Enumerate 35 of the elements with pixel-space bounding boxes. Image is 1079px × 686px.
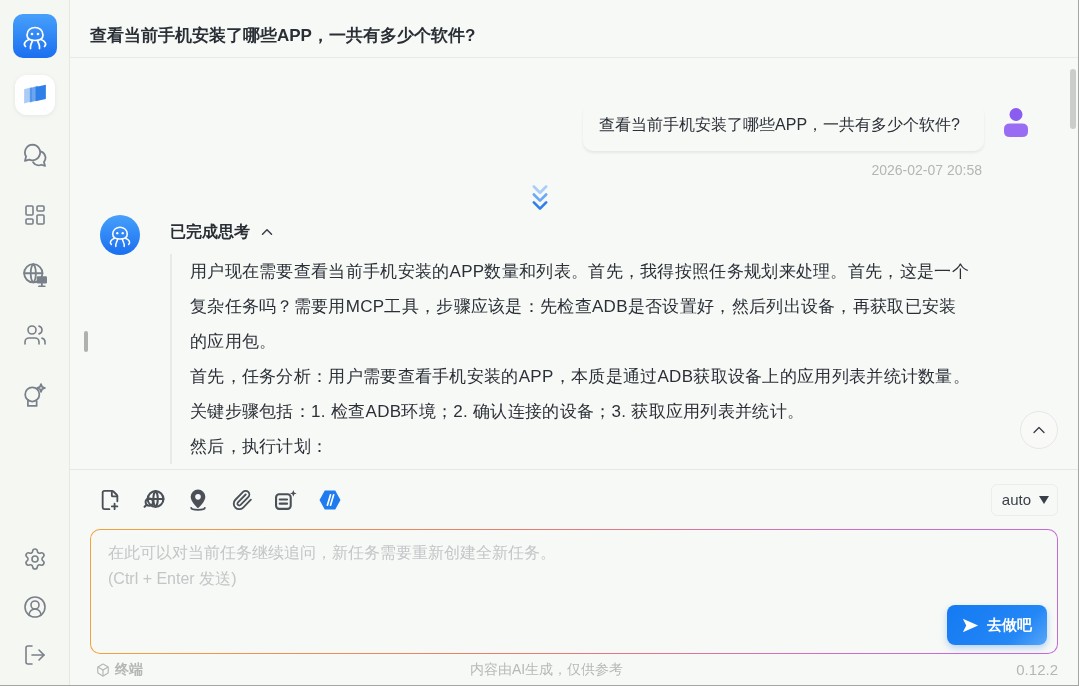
people-group-icon (22, 323, 47, 347)
paperclip-icon[interactable] (231, 488, 253, 511)
message-time: 2026-02-07 20:58 (871, 161, 982, 180)
map-pin-icon[interactable] (187, 488, 209, 511)
settings-icon[interactable] (22, 547, 47, 571)
thinking-paragraph: 首先，任务分析：用户需要查看手机安装的APP，本质是通过ADB获取设备上的应用列表并统计数量。关键步骤包括：1. 检查ADB环境；2. 确认连接的设备；3. 获取应用列表并统计。 (190, 366, 971, 423)
user-message: 查看当前手机安装了哪些APP，一共有多少个软件? (583, 104, 984, 151)
thinking-toggle[interactable]: 已完成思考 (170, 215, 276, 249)
scrollbar-thumb[interactable] (1070, 69, 1076, 129)
double-chevron-down-icon[interactable] (531, 183, 549, 213)
head-sparkle-icon (22, 383, 47, 407)
chat-bubbles-icon (22, 143, 47, 167)
thinking-paragraph: 然后，执行计划： (190, 436, 330, 458)
file-plus-icon[interactable] (99, 488, 121, 511)
thinking-paragraph: 用户现在需要查看当前手机安装的APP数量和列表。首先，我得按照任务规划来处理。首先，这是一个复杂任务吗？需要用MCP工具，步骤应该是：先检查ADB是否设置好，然后列出设备，再获取已安装的应用包。 (190, 261, 970, 353)
send-button[interactable]: 去做吧 (947, 605, 1047, 645)
globe-search-icon[interactable] (143, 488, 165, 511)
sidebar-tab[interactable] (14, 75, 55, 115)
globe-monitor-icon (22, 263, 47, 287)
chat-title: 查看当前手机安装了哪些APP，一共有多少个软件? (90, 25, 476, 47)
send-arrow-icon (962, 616, 979, 634)
model-dropdown[interactable]: auto (990, 483, 1058, 516)
user-circle-icon[interactable] (22, 595, 47, 619)
logout-icon[interactable] (22, 643, 47, 667)
list-sparkle-icon[interactable] (275, 488, 297, 511)
octopus-logo-icon (12, 14, 57, 58)
cube-icon (96, 662, 110, 677)
version-label: 0.12.2 (1016, 661, 1058, 678)
caret-down-icon (1039, 495, 1049, 504)
user-avatar-icon (1002, 107, 1030, 137)
hexagon-slash-icon[interactable] (319, 488, 341, 511)
octopus-avatar-icon (100, 215, 140, 255)
resize-handle[interactable] (84, 331, 88, 352)
ai-disclaimer: 内容由AI生成，仅供参考 (470, 660, 624, 679)
grid-layout-icon (22, 203, 47, 227)
